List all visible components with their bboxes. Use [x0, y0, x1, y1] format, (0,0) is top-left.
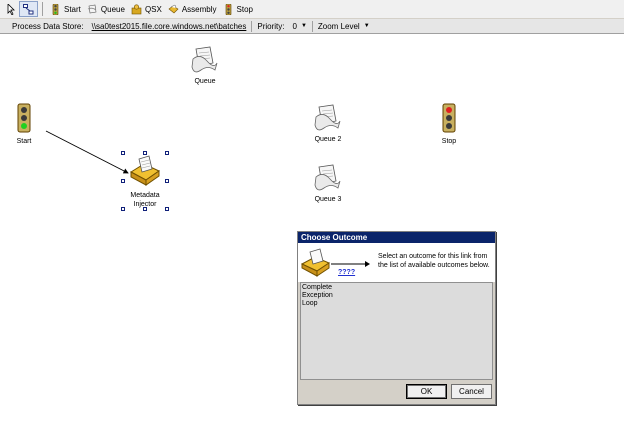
pointer-tool-button[interactable]: [4, 1, 19, 17]
selection-handle[interactable]: [121, 179, 125, 183]
assembly-button-label: Assembly: [181, 4, 217, 14]
selection-handle[interactable]: [121, 151, 125, 155]
qsx-button[interactable]: QSX: [128, 1, 165, 17]
queue-2-node[interactable]: Queue 2: [310, 103, 346, 144]
queue-icon: [87, 4, 97, 13]
start-node[interactable]: Start: [11, 103, 37, 146]
selection-handle[interactable]: [143, 151, 147, 155]
selection-handle[interactable]: [121, 207, 125, 211]
stop-node-label: Stop: [441, 138, 457, 145]
selection-handle[interactable]: [165, 179, 169, 183]
link-arrow-icon: [23, 3, 34, 14]
chevron-down-icon: ▼: [363, 23, 370, 29]
metadata-injector-node[interactable]: Metadata Injector: [122, 152, 168, 209]
traffic-light-icon: [17, 103, 31, 133]
queue-node[interactable]: Queue: [190, 45, 220, 86]
choose-outcome-dialog: Choose Outcome ???? Select an outcome fo…: [297, 231, 496, 405]
dialog-header: ???? Select an outcome for this link fro…: [298, 243, 495, 282]
pointer-icon: [7, 3, 15, 15]
stop-icon: [225, 3, 231, 15]
stop-button-label: Stop: [236, 4, 253, 14]
outcome-item[interactable]: Complete: [302, 284, 491, 292]
assembly-icon: [300, 248, 331, 277]
dialog-title: Choose Outcome: [298, 232, 495, 243]
outcome-item[interactable]: Exception: [302, 292, 491, 300]
pathbar-separator: [311, 20, 313, 32]
dialog-prompt: Select an outcome for this link from the…: [378, 253, 490, 269]
queue-icon: [191, 46, 218, 73]
process-data-store-link[interactable]: \\sa0test2015.file.core.windows.net\batc…: [92, 22, 247, 31]
zoom-level-dropdown[interactable]: Zoom Level ▼: [318, 22, 370, 31]
outcome-list[interactable]: Complete Exception Loop: [300, 282, 493, 380]
process-data-store-bar: Process Data Store: \\sa0test2015.file.c…: [0, 19, 624, 34]
assembly-icon: [168, 4, 179, 13]
cancel-button[interactable]: Cancel: [451, 384, 492, 399]
queue-3-node-label: Queue 3: [314, 196, 342, 203]
selection-handle[interactable]: [165, 151, 169, 155]
queue-2-node-label: Queue 2: [314, 136, 342, 143]
stop-button[interactable]: Stop: [220, 1, 256, 17]
assembly-icon: [129, 155, 161, 186]
start-node-label: Start: [16, 138, 32, 145]
qsx-icon: [131, 3, 142, 14]
queue-icon: [314, 164, 341, 191]
pathbar-separator: [251, 20, 253, 32]
process-data-store-label: Process Data Store:: [12, 21, 84, 31]
queue-icon: [314, 104, 341, 131]
selection-handle[interactable]: [143, 207, 147, 211]
stop-icon: [442, 103, 456, 133]
arrow-right-icon: [331, 261, 370, 267]
priority-dropdown[interactable]: 0 ▼: [292, 22, 306, 31]
qsx-button-label: QSX: [144, 4, 162, 14]
selection-handle[interactable]: [165, 207, 169, 211]
link-tool-button[interactable]: [19, 1, 38, 17]
zoom-level-label: Zoom Level: [317, 21, 360, 31]
priority-label: Priority:: [257, 21, 285, 31]
queue-button-label: Queue: [100, 4, 125, 14]
chevron-down-icon: ▼: [300, 23, 307, 29]
designer-toolbar: Start Queue QSX Assembly Stop: [0, 0, 624, 19]
assembly-button[interactable]: Assembly: [165, 1, 220, 17]
start-button[interactable]: Start: [47, 1, 84, 17]
start-button-label: Start: [64, 4, 81, 14]
traffic-light-icon: [52, 3, 59, 15]
queue-3-node[interactable]: Queue 3: [310, 163, 346, 204]
toolbar-separator: [42, 2, 43, 16]
queue-button[interactable]: Queue: [84, 1, 128, 17]
stop-node[interactable]: Stop: [436, 103, 462, 146]
queue-node-label: Queue: [194, 78, 216, 85]
outcome-item[interactable]: Loop: [302, 300, 491, 308]
outcome-placeholder: ????: [338, 269, 356, 276]
priority-value: 0: [292, 21, 297, 31]
ok-button[interactable]: OK: [406, 384, 447, 399]
